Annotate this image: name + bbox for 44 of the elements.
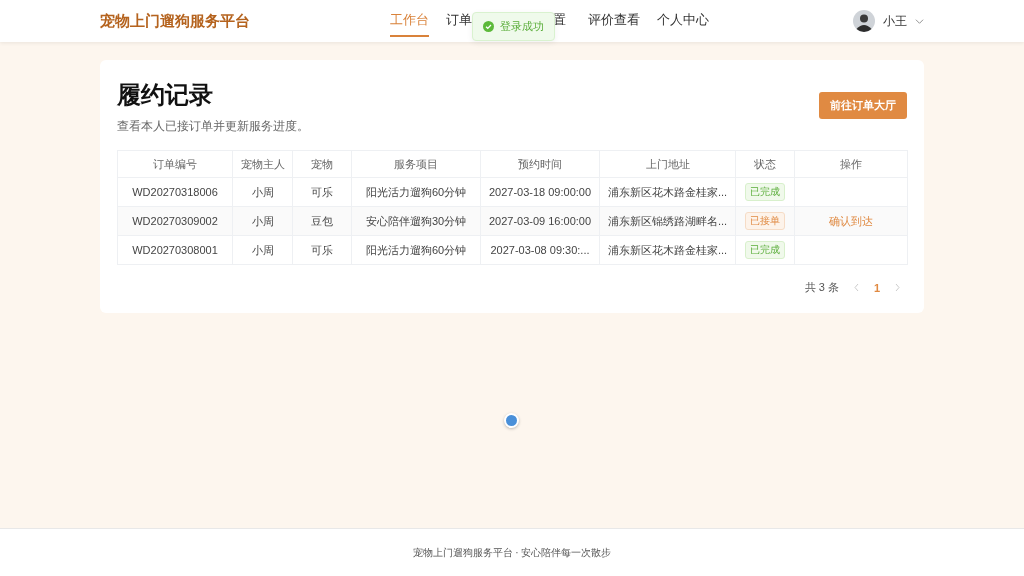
status-tag: 已完成 — [745, 241, 785, 259]
status-tag: 已接单 — [745, 212, 785, 230]
success-check-icon — [483, 21, 494, 32]
page-title: 履约记录 — [117, 80, 214, 110]
table-cell: 小周 — [232, 235, 293, 265]
table-cell: 阳光活力遛狗60分钟 — [351, 177, 481, 207]
table-cell: 浦东新区锦绣路湖畔名... — [599, 206, 736, 236]
table-cell: 可乐 — [292, 235, 352, 265]
table-cell: 浦东新区花木路金桂家... — [599, 235, 736, 265]
footer-text: 宠物上门遛狗服务平台 · 安心陪伴每一次散步 — [412, 545, 612, 560]
column-header: 预约时间 — [480, 150, 600, 178]
pointer-dot — [504, 413, 519, 428]
table-cell: 浦东新区花木路金桂家... — [599, 177, 736, 207]
total-count: 共 3 条 — [804, 280, 839, 295]
table-cell: 安心陪伴遛狗30分钟 — [351, 206, 481, 236]
table-cell: 2027-03-08 09:30:... — [480, 235, 600, 265]
column-header: 状态 — [735, 150, 795, 178]
page-subtitle: 查看本人已接订单并更新服务进度。 — [117, 118, 309, 135]
column-header: 订单编号 — [117, 150, 233, 178]
table-cell: 小周 — [232, 206, 293, 236]
table-cell: 豆包 — [292, 206, 352, 236]
nav-tab[interactable]: 评价查看 — [588, 5, 640, 37]
table-cell: 阳光活力遛狗60分钟 — [351, 235, 481, 265]
avatar-icon[interactable] — [853, 10, 875, 32]
column-header: 操作 — [794, 150, 908, 178]
column-header: 上门地址 — [599, 150, 736, 178]
user-name[interactable]: 小王 — [883, 12, 907, 30]
table-cell: 2027-03-18 09:00:00 — [480, 177, 600, 207]
column-header: 宠物主人 — [232, 150, 293, 178]
toast-message: 登录成功 — [500, 19, 544, 34]
nav-tab[interactable]: 置 — [553, 5, 566, 37]
table-cell: WD20270309002 — [117, 206, 233, 236]
column-header: 宠物 — [292, 150, 352, 178]
chevron-down-icon[interactable] — [915, 16, 924, 26]
table-cell: WD20270308001 — [117, 235, 233, 265]
brand-title: 宠物上门遛狗服务平台 — [100, 11, 251, 31]
table-cell: WD20270318006 — [117, 177, 233, 207]
nav-tab[interactable]: 订单 — [446, 5, 472, 37]
table-cell: 可乐 — [292, 177, 352, 207]
table-cell: 2027-03-09 16:00:00 — [480, 206, 600, 236]
nav-tab[interactable]: 个人中心 — [657, 5, 709, 37]
status-tag: 已完成 — [745, 183, 785, 201]
table-cell: 小周 — [232, 177, 293, 207]
column-header: 服务项目 — [351, 150, 481, 178]
